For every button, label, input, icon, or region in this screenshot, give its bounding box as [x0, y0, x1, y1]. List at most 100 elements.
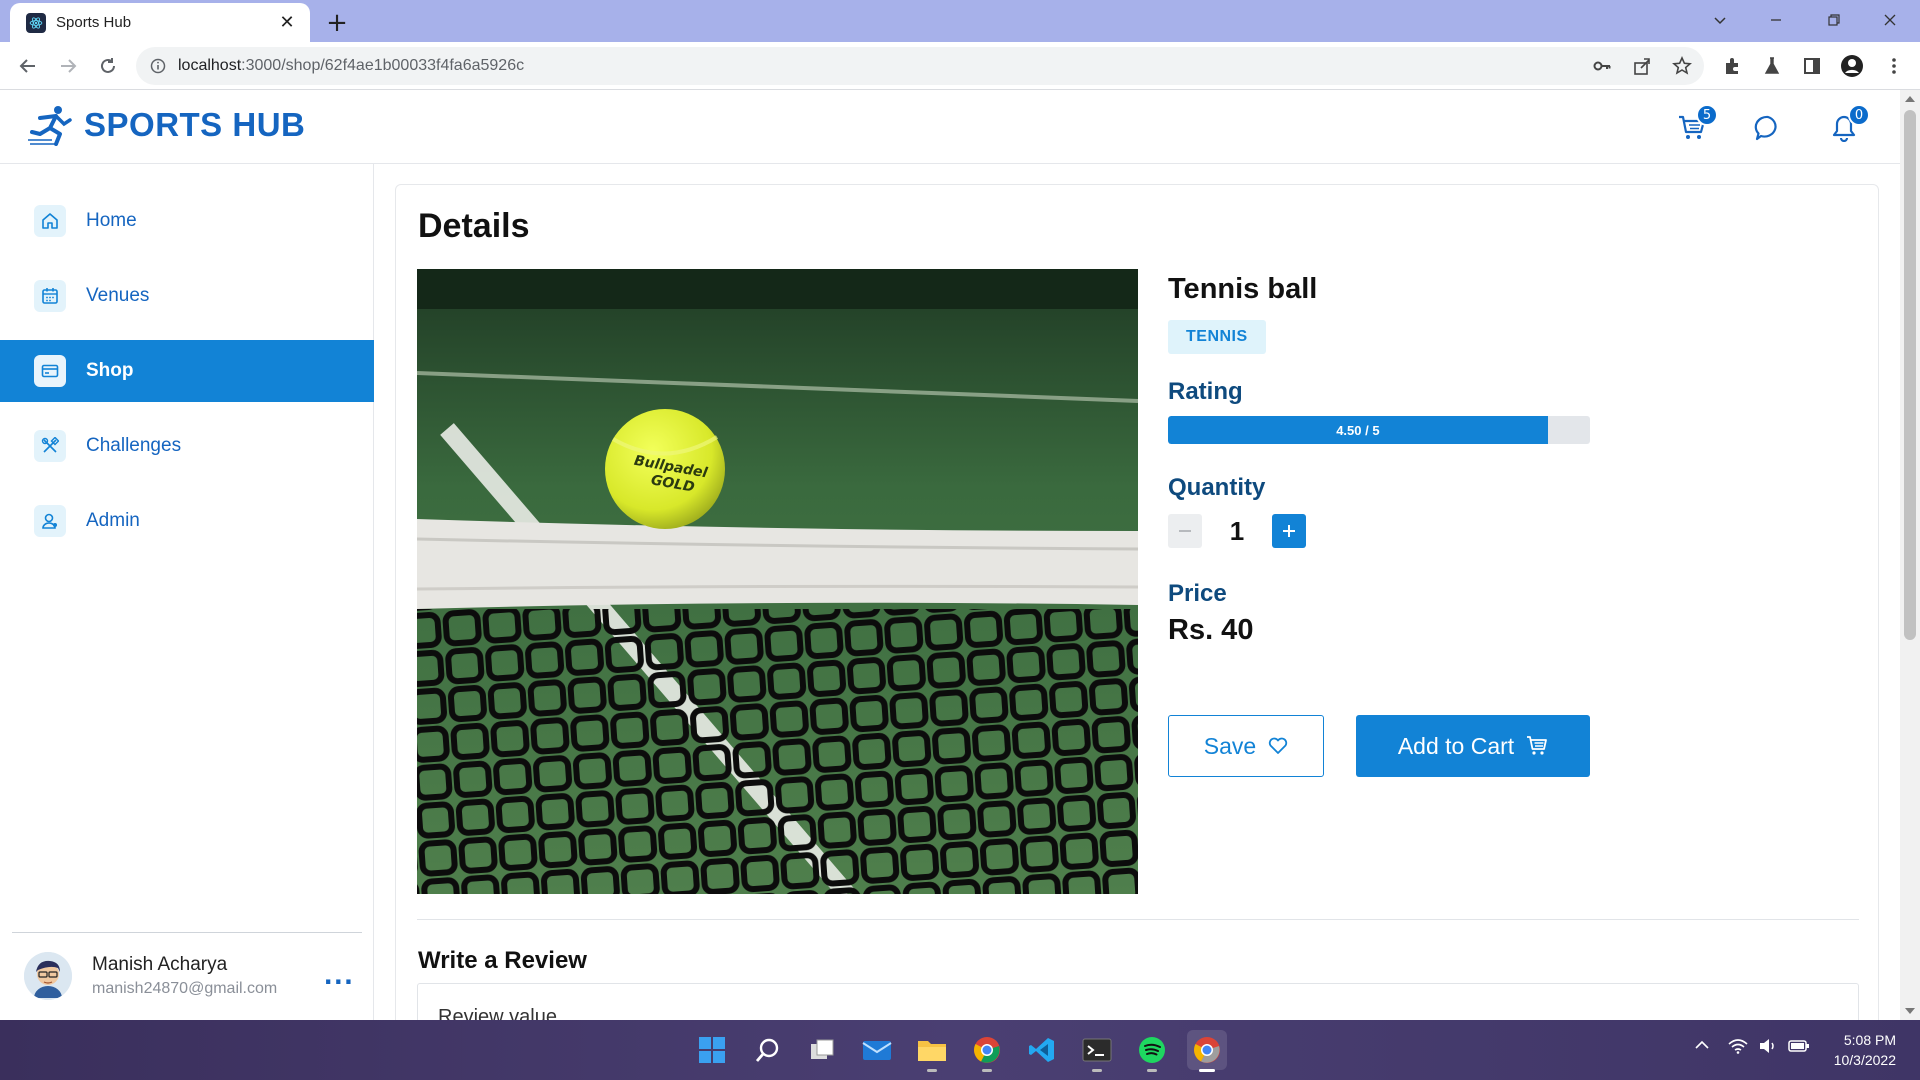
volume-icon[interactable]: [1758, 1038, 1778, 1054]
category-tag: TENNIS: [1168, 320, 1266, 354]
running-indicator: [982, 1069, 992, 1072]
calendar-icon: [34, 280, 66, 312]
minimize-icon[interactable]: [1756, 0, 1796, 40]
chat-bubble-icon: [1754, 114, 1782, 142]
sidebar-item-home[interactable]: Home: [0, 190, 374, 252]
browser-toolbar: localhost:3000/shop/62f4ae1b00033f4fa6a5…: [0, 42, 1920, 90]
user-name: Manish Acharya: [92, 954, 228, 975]
quantity-stepper: 1: [1168, 514, 1598, 548]
sidebar-item-label: Home: [86, 210, 137, 231]
sidebar: Home Venues Shop Challenges Admin Manish…: [0, 164, 374, 1020]
avatar: [24, 952, 72, 1000]
page-scrollbar[interactable]: [1900, 90, 1920, 1020]
more-options-icon[interactable]: ...: [324, 962, 354, 990]
system-clock[interactable]: 5:08 PM 10/3/2022: [1834, 1030, 1896, 1070]
new-tab-button[interactable]: +: [322, 8, 352, 38]
sidebar-item-label: Challenges: [86, 435, 182, 456]
save-button[interactable]: Save: [1168, 715, 1324, 777]
sidebar-item-label: Admin: [86, 510, 140, 531]
clock-date: 10/3/2022: [1833, 1052, 1896, 1068]
product-info: Tennis ball TENNIS Rating 4.50 / 5 Quant…: [1168, 269, 1598, 647]
add-to-cart-button[interactable]: Add to Cart: [1356, 715, 1590, 777]
chrome-icon[interactable]: [967, 1030, 1007, 1072]
app-header: SPORTS HUB 5 0: [0, 90, 1900, 164]
restore-icon[interactable]: [1814, 0, 1854, 40]
decrement-button[interactable]: [1168, 514, 1202, 548]
cart-button[interactable]: 5: [1674, 104, 1718, 146]
save-button-label: Save: [1203, 732, 1257, 759]
rating-bar: 4.50 / 5: [1168, 416, 1590, 444]
windows-start-icon[interactable]: [692, 1030, 732, 1070]
running-indicator: [927, 1069, 937, 1072]
messages-button[interactable]: [1750, 110, 1786, 146]
user-icon: [34, 505, 66, 537]
brand-name: SPORTS HUB: [84, 106, 306, 143]
extensions-icon[interactable]: [1720, 54, 1744, 78]
scroll-up-arrow-icon[interactable]: [1905, 96, 1915, 102]
chrome-dev-icon[interactable]: [1187, 1030, 1227, 1072]
clock-time: 5:08 PM: [1843, 1032, 1896, 1048]
profile-icon[interactable]: [1840, 54, 1864, 78]
sidebar-item-challenges[interactable]: Challenges: [0, 415, 374, 477]
running-indicator: [1092, 1069, 1102, 1072]
sidebar-divider: [12, 932, 362, 933]
notification-count-badge: 0: [1848, 104, 1870, 126]
plus-icon: [1283, 525, 1295, 537]
product-name: Tennis ball: [1168, 273, 1318, 305]
product-image: Bullpadel GOLD: [417, 269, 1138, 894]
back-icon[interactable]: [12, 50, 44, 82]
side-panel-icon[interactable]: [1800, 54, 1824, 78]
increment-button[interactable]: [1272, 514, 1306, 548]
sidebar-item-shop[interactable]: Shop: [0, 340, 374, 402]
sidebar-item-label: Venues: [86, 285, 150, 306]
battery-icon[interactable]: [1788, 1038, 1810, 1054]
reload-icon[interactable]: [92, 50, 124, 82]
address-bar[interactable]: localhost:3000/shop/62f4ae1b00033f4fa6a5…: [136, 47, 1704, 85]
notifications-button[interactable]: 0: [1826, 104, 1870, 146]
action-buttons: Save Add to Cart: [1168, 715, 1590, 777]
brand-logo[interactable]: SPORTS HUB: [28, 104, 305, 146]
vscode-icon[interactable]: [1022, 1030, 1062, 1070]
browser-menu-icon[interactable]: [1882, 54, 1906, 78]
user-email: manish24870@gmail.com: [92, 980, 278, 997]
mail-icon[interactable]: [857, 1030, 897, 1070]
home-icon: [34, 205, 66, 237]
bookmark-star-icon[interactable]: [1670, 54, 1694, 78]
file-explorer-icon[interactable]: [912, 1030, 952, 1072]
url-host: localhost: [178, 57, 242, 74]
tab-search-icon[interactable]: [1700, 0, 1740, 40]
task-view-icon[interactable]: [802, 1030, 842, 1070]
add-to-cart-label: Add to Cart: [1397, 732, 1515, 759]
key-icon[interactable]: [1590, 54, 1614, 78]
terminal-icon[interactable]: [1077, 1030, 1117, 1072]
site-info-icon[interactable]: [150, 58, 166, 74]
quantity-label: Quantity: [1168, 474, 1266, 501]
cart-count-badge: 5: [1696, 104, 1718, 126]
user-profile[interactable]: Manish Acharya manish24870@gmail.com ...: [24, 944, 364, 1008]
tools-icon: [34, 430, 66, 462]
search-icon[interactable]: [748, 1030, 788, 1070]
sidebar-item-label: Shop: [86, 360, 134, 381]
product-details-card: Details Bullpadel GOLD Tennis ball TENNI…: [395, 184, 1879, 1043]
scrollbar-thumb[interactable]: [1904, 110, 1916, 640]
close-window-icon[interactable]: [1870, 0, 1910, 40]
running-indicator: [1147, 1069, 1157, 1072]
tab-close-icon[interactable]: ✕: [276, 12, 298, 34]
sidebar-item-admin[interactable]: Admin: [0, 490, 374, 552]
wifi-icon[interactable]: [1728, 1038, 1748, 1054]
share-icon[interactable]: [1630, 54, 1654, 78]
sidebar-item-venues[interactable]: Venues: [0, 265, 374, 327]
price-value: Rs. 40: [1168, 614, 1254, 646]
rating-text: 4.50 / 5: [1336, 422, 1380, 438]
forward-icon[interactable]: [52, 50, 84, 82]
flask-extension-icon[interactable]: [1760, 54, 1784, 78]
review-section-title: Write a Review: [418, 947, 587, 974]
spotify-icon[interactable]: [1132, 1030, 1172, 1072]
quantity-value: 1: [1229, 515, 1245, 546]
os-taskbar: 5:08 PM 10/3/2022: [0, 1020, 1920, 1080]
scroll-down-arrow-icon[interactable]: [1905, 1008, 1915, 1014]
rating-label: Rating: [1168, 378, 1243, 405]
tray-chevron-up-icon[interactable]: [1694, 1038, 1710, 1052]
browser-tab[interactable]: Sports Hub ✕: [10, 3, 310, 42]
minus-icon: [1179, 530, 1191, 532]
